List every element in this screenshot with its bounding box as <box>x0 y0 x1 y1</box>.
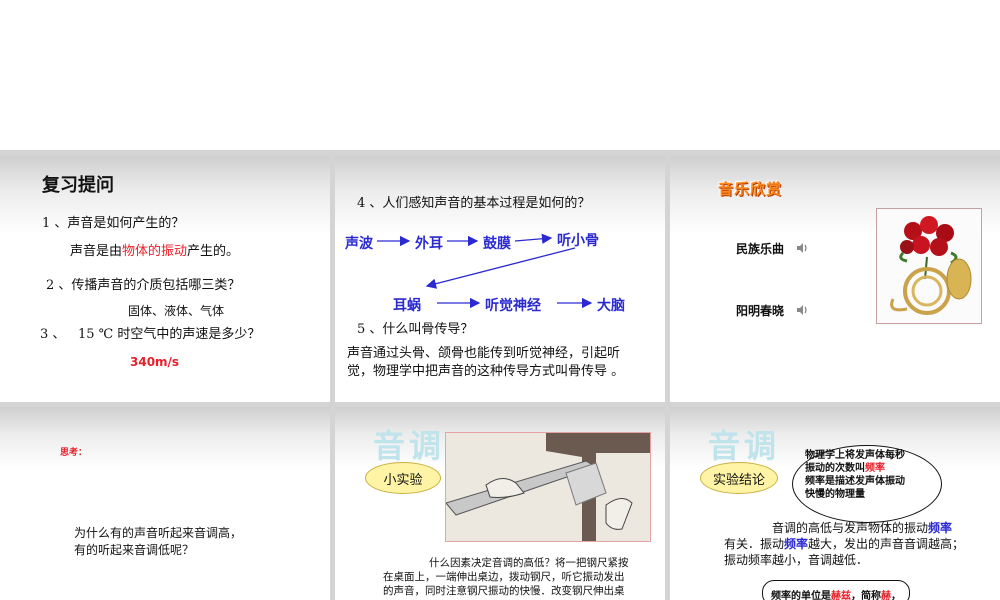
slide-thinking[interactable]: 思考： 为什么有的声音听起来音调高， 有的听起来音调低呢？ <box>0 407 330 600</box>
slide-title: 音乐欣赏 <box>718 180 783 198</box>
slide-music-appreciation[interactable]: 音乐欣赏 民族乐曲 阳明春晓 <box>670 156 1000 402</box>
slide-review-questions[interactable]: 复习提问 1 、声音是如何产生的？ 声音是由物体的振动产生的。 2 、传播声音的… <box>0 156 330 402</box>
frequency-unit-box: 频率的单位是赫兹，简称赫， <box>762 580 910 600</box>
answer-3: 340m/s <box>130 355 180 369</box>
answer-5-line-2: 觉，物理学中把声音的这种传导方式叫骨传导 。 <box>347 364 625 379</box>
oval-label: 小实验 <box>383 472 423 488</box>
question-3-number: 3 、 <box>40 327 66 342</box>
experiment-text-3: 的声音，同时注意钢尺振动的快慢．改变钢尺伸出桌 <box>383 585 625 597</box>
small-experiment-oval: 小实验 <box>365 462 441 494</box>
conclusion-line-3: 振动频率越小，音调越低． <box>724 553 869 567</box>
question-1: 1 、声音是如何产生的？ <box>42 216 185 231</box>
question-5: 5 、什么叫骨传导？ <box>357 322 474 337</box>
question-3: 15 ℃ 时空气中的声速是多少？ <box>78 327 261 342</box>
slide-pitch-experiment[interactable]: 音调 小实验 什么因素决定音调的高低？将一把钢尺紧按 在桌面上，一端伸出桌边，拨… <box>335 407 665 600</box>
speaker-icon[interactable] <box>796 242 808 254</box>
horn-with-roses-image <box>876 208 982 324</box>
conclusion-line-1: 音调的高低与发声物体的振动频率 <box>772 521 953 535</box>
slide-title: 音调 <box>373 427 446 465</box>
slide-hearing-process[interactable]: 4 、人们感知声音的基本过程是如何的？ 声波 外耳 鼓膜 听小骨 耳蜗 听觉神经… <box>335 156 665 402</box>
slide-title: 复习提问 <box>42 175 114 196</box>
think-label: 思考： <box>60 448 88 458</box>
think-line-1: 为什么有的声音听起来音调高， <box>74 526 243 540</box>
music-item-2: 阳明春晓 <box>736 304 785 318</box>
experiment-text-1: 什么因素决定音调的高低？将一把钢尺紧按 <box>429 557 629 569</box>
think-line-2: 有的听起来音调低呢？ <box>74 543 195 557</box>
ruler-on-table-image <box>445 432 651 542</box>
frequency-definition-text: 物理学上将发声体每秒 振动的次数叫频率 频率是描述发声体振动 快慢的物理量 <box>805 450 905 500</box>
speaker-icon[interactable] <box>796 304 808 316</box>
conclusion-oval: 实验结论 <box>700 462 778 494</box>
answer-5-line-1: 声音通过头骨、颌骨也能传到听觉神经，引起听 <box>347 346 621 361</box>
question-2: 2 、传播声音的介质包括哪三类？ <box>46 278 241 293</box>
answer-2: 固体、液体、气体 <box>128 304 225 318</box>
slide-experiment-conclusion[interactable]: 音调 实验结论 物理学上将发声体每秒 振动的次数叫频率 频率是描述发声体振动 快… <box>670 407 1000 600</box>
oval-label: 实验结论 <box>712 472 765 488</box>
conclusion-line-2: 有关．振动频率越大，发出的声音音调越高； <box>724 537 965 551</box>
experiment-text-2: 在桌面上，一端伸出桌边，拨动钢尺，听它振动发出 <box>383 571 625 583</box>
slide-title: 音调 <box>708 427 781 465</box>
music-item-1: 民族乐曲 <box>736 242 785 256</box>
answer-1: 声音是由物体的振动产生的。 <box>70 244 240 259</box>
